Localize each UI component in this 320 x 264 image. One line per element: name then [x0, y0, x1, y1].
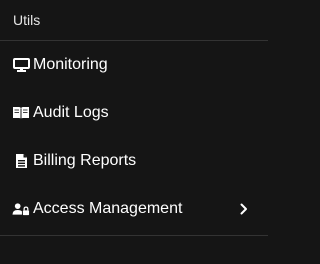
nav-item-label: Access Management: [33, 200, 183, 217]
nav-item-audit-logs[interactable]: Audit Logs: [0, 89, 268, 137]
nav-item-billing-reports[interactable]: Billing Reports: [0, 137, 268, 185]
nav-list: Monitoring Audit Logs Billing Reports Ac…: [0, 41, 268, 233]
section-header-utils: Utils: [0, 0, 268, 41]
file-text-icon: [12, 152, 30, 170]
nav-item-label: Billing Reports: [33, 152, 137, 169]
book-open-icon: [12, 104, 30, 122]
nav-item-label: Monitoring: [33, 56, 108, 73]
desktop-icon: [12, 56, 30, 74]
utils-nav-panel: Utils Monitoring Audit Logs Billing Repo…: [0, 0, 268, 264]
bottom-divider: [0, 235, 268, 236]
nav-item-monitoring[interactable]: Monitoring: [0, 41, 268, 89]
nav-item-label: Audit Logs: [33, 104, 109, 121]
chevron-right-icon[interactable]: [238, 202, 250, 216]
section-title: Utils: [13, 12, 41, 28]
user-lock-icon: [12, 200, 30, 218]
nav-item-access-management[interactable]: Access Management: [0, 185, 268, 233]
